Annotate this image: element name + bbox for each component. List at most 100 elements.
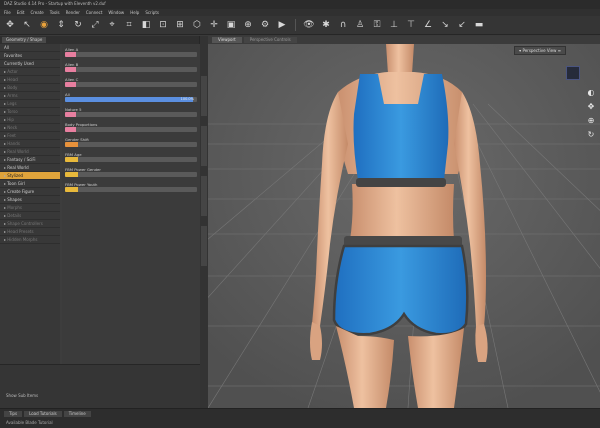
property-slider[interactable]: Alien B [65, 62, 197, 75]
tab-perspective-controls[interactable]: Perspective Controls [243, 37, 297, 43]
property-slider[interactable]: All 100.0% [65, 92, 197, 105]
zoom-icon[interactable]: ⊕ [242, 19, 254, 31]
transform-icon[interactable]: ✛ [208, 19, 220, 31]
slider-track[interactable] [65, 172, 197, 177]
property-slider[interactable]: FBM Age [65, 152, 197, 165]
category-item[interactable]: Hidden Morphs [0, 236, 60, 244]
property-slider[interactable]: FBM Power Gender [65, 167, 197, 180]
category-item[interactable]: Neck [0, 124, 60, 132]
spot-render-icon[interactable]: ⊡ [157, 19, 169, 31]
render-icon[interactable]: ▶ [276, 19, 288, 31]
side-tab[interactable] [201, 226, 207, 266]
tab-tips[interactable]: Tips [4, 411, 23, 417]
rotate-tool-icon[interactable]: ↻ [72, 19, 84, 31]
zoom-view-icon[interactable]: ⊕ [586, 116, 596, 126]
slider-track[interactable] [65, 142, 197, 147]
category-item[interactable]: Favorites [0, 52, 60, 60]
property-slider[interactable]: Gender Shift [65, 137, 197, 150]
category-item[interactable]: Stylized [0, 172, 60, 180]
select-tool-icon[interactable]: ✥ [4, 19, 16, 31]
property-slider[interactable]: Alien A [65, 47, 197, 60]
side-tab[interactable] [201, 126, 207, 166]
property-slider[interactable]: Nature 5 [65, 107, 197, 120]
category-item[interactable]: Head Presets [0, 228, 60, 236]
move-tool-icon[interactable]: ⇕ [55, 19, 67, 31]
category-item[interactable]: Head [0, 76, 60, 84]
joint-editor-icon[interactable]: ⌖ [106, 19, 118, 31]
eye-icon[interactable]: 👁 [303, 19, 315, 31]
category-item[interactable]: Actor [0, 68, 60, 76]
category-item[interactable]: Details [0, 212, 60, 220]
category-item[interactable]: Shape Controllers [0, 220, 60, 228]
orbit-icon[interactable]: ◐ [586, 88, 596, 98]
category-item[interactable]: Hands [0, 140, 60, 148]
universal-tool-icon[interactable]: ◉ [38, 19, 50, 31]
side-tab[interactable] [201, 76, 207, 116]
category-item[interactable]: Morphs [0, 204, 60, 212]
pan-icon[interactable]: ✥ [586, 102, 596, 112]
light-icon[interactable]: ✱ [320, 19, 332, 31]
property-slider[interactable]: FBM Power Youth [65, 182, 197, 195]
category-item[interactable]: Hip [0, 116, 60, 124]
side-tab[interactable] [201, 176, 207, 216]
magnet-icon[interactable]: ∩ [337, 19, 349, 31]
viewport[interactable]: Viewport Perspective Controls ▾ Perspect… [208, 36, 600, 408]
nav-cube[interactable] [566, 66, 580, 80]
menu-item-file[interactable]: File [4, 10, 11, 15]
slider-track[interactable] [65, 67, 197, 72]
property-slider[interactable]: Alien C [65, 77, 197, 90]
constrain-icon[interactable]: ∠ [422, 19, 434, 31]
arrow-right-icon[interactable]: ↘ [439, 19, 451, 31]
slider-track[interactable] [65, 82, 197, 87]
slider-track[interactable] [65, 127, 197, 132]
category-item[interactable]: Currently Used [0, 60, 60, 68]
limits-icon[interactable]: ⊥ [388, 19, 400, 31]
walk-icon[interactable]: ♙ [354, 19, 366, 31]
surface-selection-icon[interactable]: ◧ [140, 19, 152, 31]
lock-icon[interactable]: ⚿ [371, 19, 383, 31]
category-item[interactable]: Create Figure [0, 188, 60, 196]
menu-item-connect[interactable]: Connect [86, 10, 103, 15]
region-navigation-icon[interactable]: ⊞ [174, 19, 186, 31]
tab-viewport[interactable]: Viewport [212, 37, 242, 43]
slider-track[interactable] [65, 112, 197, 117]
camera-icon[interactable]: ▣ [225, 19, 237, 31]
pin-icon[interactable]: ⊤ [405, 19, 417, 31]
category-item[interactable]: Body [0, 84, 60, 92]
dash-icon[interactable]: ▬ [473, 19, 485, 31]
render-settings-icon[interactable]: ⚙ [259, 19, 271, 31]
show-sub-items-label[interactable]: Show Sub Items [6, 393, 38, 398]
category-item[interactable]: Toon Girl [0, 180, 60, 188]
menu-item-window[interactable]: Window [108, 10, 124, 15]
pointer-tool-icon[interactable]: ↖ [21, 19, 33, 31]
category-item[interactable]: Legs [0, 100, 60, 108]
tab-load-tutorials[interactable]: Load Tutorials [24, 411, 62, 417]
arrow-left-icon[interactable]: ↙ [456, 19, 468, 31]
camera-select[interactable]: ▾ Perspective View ≡ [514, 46, 566, 55]
menu-item-edit[interactable]: Edit [17, 10, 25, 15]
geometry-editor-icon[interactable]: ⬡ [191, 19, 203, 31]
menu-item-help[interactable]: Help [130, 10, 139, 15]
category-item[interactable]: Shapes [0, 196, 60, 204]
property-slider[interactable]: Body Proportions [65, 122, 197, 135]
menu-item-scripts[interactable]: Scripts [145, 10, 159, 15]
slider-track[interactable] [65, 157, 197, 162]
tab-geometry-shape[interactable]: Geometry / Shape [2, 37, 47, 43]
slider-track[interactable] [65, 187, 197, 192]
category-item[interactable]: Real World [0, 164, 60, 172]
menu-item-render[interactable]: Render [66, 10, 80, 15]
menu-item-tools[interactable]: Tools [50, 10, 60, 15]
tab-timeline[interactable]: Timeline [63, 411, 91, 417]
category-item[interactable]: Torso [0, 108, 60, 116]
menu-item-create[interactable]: Create [30, 10, 43, 15]
slider-track[interactable] [65, 52, 197, 57]
category-item[interactable]: Arms [0, 92, 60, 100]
category-item[interactable]: Feet [0, 132, 60, 140]
node-weight-icon[interactable]: ⌗ [123, 19, 135, 31]
category-item[interactable]: All [0, 44, 60, 52]
category-item[interactable]: Real World [0, 148, 60, 156]
slider-track[interactable]: 100.0% [65, 97, 197, 102]
roll-icon[interactable]: ↻ [586, 130, 596, 140]
scale-tool-icon[interactable]: ⤢ [89, 19, 101, 31]
category-item[interactable]: Fantasy / SciFi [0, 156, 60, 164]
